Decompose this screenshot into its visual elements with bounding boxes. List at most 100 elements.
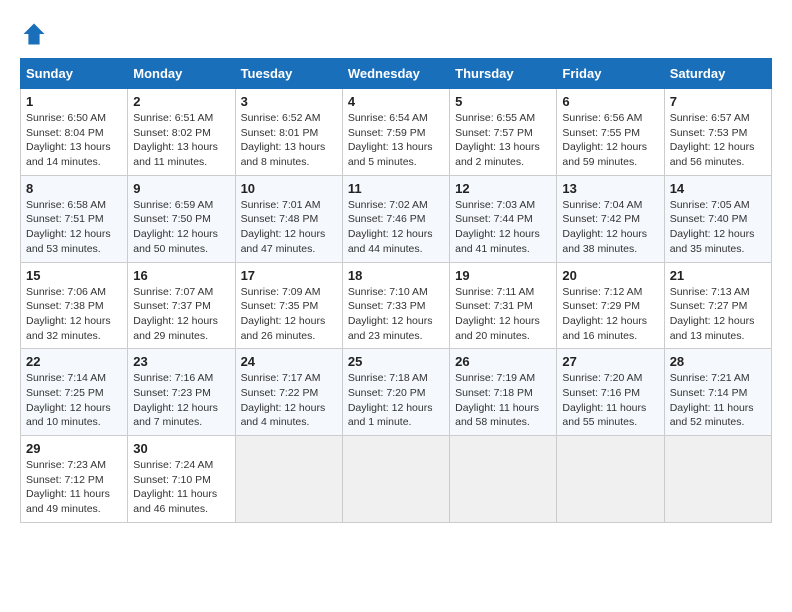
day-info: Sunrise: 7:23 AMSunset: 7:12 PMDaylight:…: [26, 458, 122, 517]
day-info: Sunrise: 6:50 AMSunset: 8:04 PMDaylight:…: [26, 111, 122, 170]
day-info: Sunrise: 7:07 AMSunset: 7:37 PMDaylight:…: [133, 285, 229, 344]
calendar-day-cell: 2Sunrise: 6:51 AMSunset: 8:02 PMDaylight…: [128, 89, 235, 176]
calendar-day-cell: 25 Sunrise: 7:18 AMSunset: 7:20 PMDayligh…: [342, 349, 449, 436]
calendar-day-cell: 24 Sunrise: 7:17 AMSunset: 7:22 PMDayligh…: [235, 349, 342, 436]
col-header-monday: Monday: [128, 59, 235, 89]
day-number: 11: [348, 181, 444, 196]
day-info: Sunrise: 7:05 AMSunset: 7:40 PMDaylight:…: [670, 198, 766, 257]
day-info: Sunrise: 7:10 AMSunset: 7:33 PMDaylight:…: [348, 285, 444, 344]
calendar-day-cell: 12 Sunrise: 7:03 AMSunset: 7:44 PMDayligh…: [450, 175, 557, 262]
day-info: Sunrise: 7:20 AMSunset: 7:16 PMDaylight:…: [562, 371, 658, 430]
day-info: Sunrise: 6:58 AMSunset: 7:51 PMDaylight:…: [26, 198, 122, 257]
day-info: Sunrise: 7:03 AMSunset: 7:44 PMDaylight:…: [455, 198, 551, 257]
day-number: 29: [26, 441, 122, 456]
calendar-day-cell: 1 Sunrise: 6:50 AMSunset: 8:04 PMDaylight…: [21, 89, 128, 176]
day-number: 21: [670, 268, 766, 283]
calendar-week-row: 8 Sunrise: 6:58 AMSunset: 7:51 PMDaylight…: [21, 175, 772, 262]
calendar-day-cell: [450, 436, 557, 523]
col-header-friday: Friday: [557, 59, 664, 89]
day-number: 17: [241, 268, 337, 283]
day-number: 19: [455, 268, 551, 283]
day-number: 28: [670, 354, 766, 369]
calendar-day-cell: 29 Sunrise: 7:23 AMSunset: 7:12 PMDayligh…: [21, 436, 128, 523]
day-info: Sunrise: 7:19 AMSunset: 7:18 PMDaylight:…: [455, 371, 551, 430]
calendar-day-cell: 30 Sunrise: 7:24 AMSunset: 7:10 PMDayligh…: [128, 436, 235, 523]
calendar-day-cell: [664, 436, 771, 523]
day-info: Sunrise: 7:21 AMSunset: 7:14 PMDaylight:…: [670, 371, 766, 430]
calendar-day-cell: 8 Sunrise: 6:58 AMSunset: 7:51 PMDaylight…: [21, 175, 128, 262]
day-number: 5: [455, 94, 551, 109]
day-number: 13: [562, 181, 658, 196]
calendar-day-cell: 23 Sunrise: 7:16 AMSunset: 7:23 PMDayligh…: [128, 349, 235, 436]
day-info: Sunrise: 7:13 AMSunset: 7:27 PMDaylight:…: [670, 285, 766, 344]
calendar-day-cell: [342, 436, 449, 523]
calendar-day-cell: 22Sunrise: 7:14 AMSunset: 7:25 PMDayligh…: [21, 349, 128, 436]
calendar-day-cell: 11Sunrise: 7:02 AMSunset: 7:46 PMDayligh…: [342, 175, 449, 262]
day-info: Sunrise: 7:09 AMSunset: 7:35 PMDaylight:…: [241, 285, 337, 344]
day-info: Sunrise: 7:18 AMSunset: 7:20 PMDaylight:…: [348, 371, 444, 430]
calendar-day-cell: 21 Sunrise: 7:13 AMSunset: 7:27 PMDayligh…: [664, 262, 771, 349]
day-info: Sunrise: 7:17 AMSunset: 7:22 PMDaylight:…: [241, 371, 337, 430]
day-info: Sunrise: 7:04 AMSunset: 7:42 PMDaylight:…: [562, 198, 658, 257]
calendar-week-row: 29 Sunrise: 7:23 AMSunset: 7:12 PMDayligh…: [21, 436, 772, 523]
day-info: Sunrise: 7:12 AMSunset: 7:29 PMDaylight:…: [562, 285, 658, 344]
calendar-day-cell: 6Sunrise: 6:56 AMSunset: 7:55 PMDaylight…: [557, 89, 664, 176]
calendar-week-row: 22Sunrise: 7:14 AMSunset: 7:25 PMDayligh…: [21, 349, 772, 436]
calendar-day-cell: 9 Sunrise: 6:59 AMSunset: 7:50 PMDaylight…: [128, 175, 235, 262]
calendar-day-cell: 13 Sunrise: 7:04 AMSunset: 7:42 PMDayligh…: [557, 175, 664, 262]
day-info: Sunrise: 6:56 AMSunset: 7:55 PMDaylight:…: [562, 111, 658, 170]
calendar-table: SundayMondayTuesdayWednesdayThursdayFrid…: [20, 58, 772, 523]
day-number: 23: [133, 354, 229, 369]
calendar-day-cell: [557, 436, 664, 523]
day-number: 12: [455, 181, 551, 196]
day-number: 7: [670, 94, 766, 109]
day-number: 30: [133, 441, 229, 456]
page-header: [20, 20, 772, 48]
calendar-day-cell: 3 Sunrise: 6:52 AMSunset: 8:01 PMDaylight…: [235, 89, 342, 176]
logo: [20, 20, 52, 48]
calendar-day-cell: 7Sunrise: 6:57 AMSunset: 7:53 PMDaylight…: [664, 89, 771, 176]
day-info: Sunrise: 6:59 AMSunset: 7:50 PMDaylight:…: [133, 198, 229, 257]
day-number: 1: [26, 94, 122, 109]
calendar-day-cell: 17 Sunrise: 7:09 AMSunset: 7:35 PMDayligh…: [235, 262, 342, 349]
calendar-day-cell: 16 Sunrise: 7:07 AMSunset: 7:37 PMDayligh…: [128, 262, 235, 349]
day-info: Sunrise: 6:51 AMSunset: 8:02 PMDaylight:…: [133, 111, 229, 170]
calendar-week-row: 15Sunrise: 7:06 AMSunset: 7:38 PMDayligh…: [21, 262, 772, 349]
day-number: 8: [26, 181, 122, 196]
day-number: 27: [562, 354, 658, 369]
day-info: Sunrise: 7:01 AMSunset: 7:48 PMDaylight:…: [241, 198, 337, 257]
col-header-tuesday: Tuesday: [235, 59, 342, 89]
day-info: Sunrise: 6:54 AMSunset: 7:59 PMDaylight:…: [348, 111, 444, 170]
col-header-saturday: Saturday: [664, 59, 771, 89]
day-number: 24: [241, 354, 337, 369]
day-number: 3: [241, 94, 337, 109]
calendar-day-cell: 5 Sunrise: 6:55 AMSunset: 7:57 PMDaylight…: [450, 89, 557, 176]
calendar-day-cell: 27 Sunrise: 7:20 AMSunset: 7:16 PMDayligh…: [557, 349, 664, 436]
calendar-day-cell: 10 Sunrise: 7:01 AMSunset: 7:48 PMDayligh…: [235, 175, 342, 262]
day-number: 20: [562, 268, 658, 283]
day-number: 25: [348, 354, 444, 369]
calendar-day-cell: 15Sunrise: 7:06 AMSunset: 7:38 PMDayligh…: [21, 262, 128, 349]
col-header-thursday: Thursday: [450, 59, 557, 89]
day-number: 4: [348, 94, 444, 109]
logo-icon: [20, 20, 48, 48]
day-info: Sunrise: 7:16 AMSunset: 7:23 PMDaylight:…: [133, 371, 229, 430]
calendar-day-cell: 4 Sunrise: 6:54 AMSunset: 7:59 PMDaylight…: [342, 89, 449, 176]
day-number: 14: [670, 181, 766, 196]
day-number: 9: [133, 181, 229, 196]
calendar-day-cell: 14 Sunrise: 7:05 AMSunset: 7:40 PMDayligh…: [664, 175, 771, 262]
calendar-week-row: 1 Sunrise: 6:50 AMSunset: 8:04 PMDaylight…: [21, 89, 772, 176]
col-header-wednesday: Wednesday: [342, 59, 449, 89]
day-number: 10: [241, 181, 337, 196]
calendar-day-cell: 26 Sunrise: 7:19 AMSunset: 7:18 PMDayligh…: [450, 349, 557, 436]
calendar-day-cell: 19Sunrise: 7:11 AMSunset: 7:31 PMDayligh…: [450, 262, 557, 349]
day-number: 16: [133, 268, 229, 283]
day-info: Sunrise: 6:52 AMSunset: 8:01 PMDaylight:…: [241, 111, 337, 170]
day-info: Sunrise: 7:14 AMSunset: 7:25 PMDaylight:…: [26, 371, 122, 430]
calendar-day-cell: 28 Sunrise: 7:21 AMSunset: 7:14 PMDayligh…: [664, 349, 771, 436]
day-number: 26: [455, 354, 551, 369]
calendar-day-cell: [235, 436, 342, 523]
calendar-day-cell: 18Sunrise: 7:10 AMSunset: 7:33 PMDayligh…: [342, 262, 449, 349]
day-info: Sunrise: 7:24 AMSunset: 7:10 PMDaylight:…: [133, 458, 229, 517]
day-info: Sunrise: 6:55 AMSunset: 7:57 PMDaylight:…: [455, 111, 551, 170]
